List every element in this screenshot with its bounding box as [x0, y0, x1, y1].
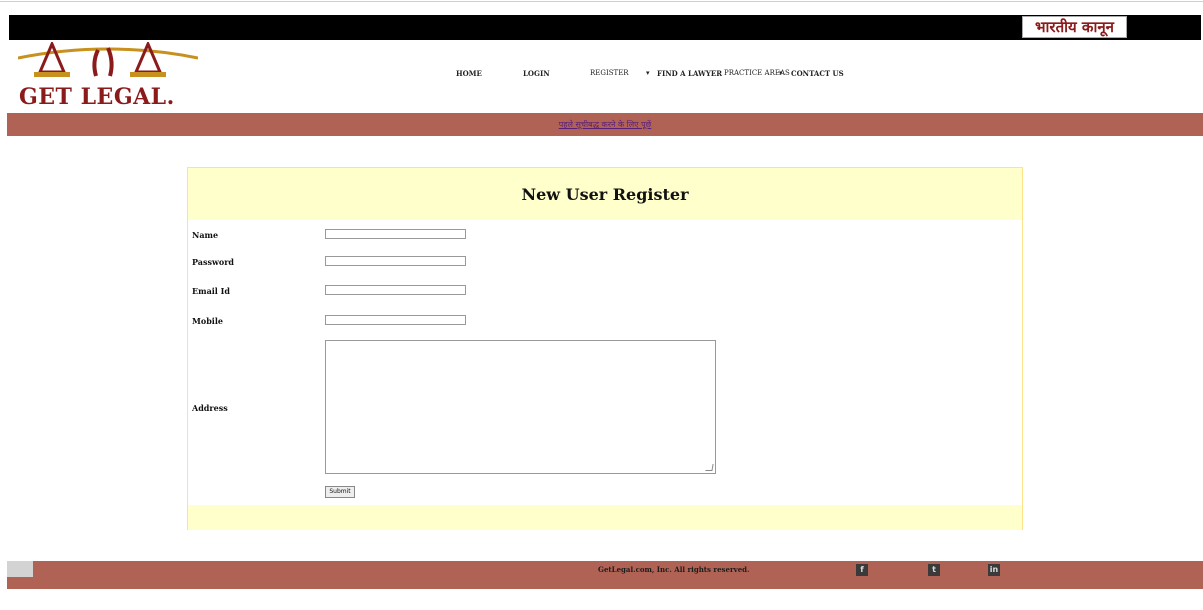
- name-label: Name: [192, 230, 219, 240]
- mobile-label: Mobile: [192, 316, 223, 326]
- twitter-icon[interactable]: t: [928, 564, 940, 576]
- site-footer: GetLegal.com, Inc. All rights reserved. …: [7, 561, 1203, 589]
- practice-areas-caret-icon[interactable]: ▾: [779, 69, 783, 77]
- find-lawyer-caret-icon[interactable]: ▾: [646, 69, 650, 77]
- address-textarea[interactable]: [325, 340, 716, 474]
- back-to-top-tab[interactable]: [7, 561, 33, 577]
- top-divider: [0, 1, 1203, 2]
- password-input[interactable]: [325, 256, 466, 266]
- resize-grip-icon[interactable]: [705, 464, 714, 471]
- email-label: Email Id: [192, 286, 230, 296]
- submit-button[interactable]: Submit: [325, 486, 355, 498]
- nav-find-a-lawyer[interactable]: FIND A LAWYER: [657, 69, 722, 78]
- mobile-input[interactable]: [325, 315, 466, 325]
- register-panel-header: New User Register: [188, 168, 1022, 220]
- announcement-bar: पहले सूचीबद्ध करने के लिए पूछें: [7, 113, 1203, 136]
- address-label: Address: [192, 403, 228, 413]
- nav-contact-us[interactable]: CONTACT US: [791, 69, 844, 78]
- linkedin-icon[interactable]: in: [988, 564, 1000, 576]
- facebook-icon[interactable]: f: [856, 564, 868, 576]
- name-input[interactable]: [325, 229, 466, 239]
- copyright-text: GetLegal.com, Inc. All rights reserved.: [598, 565, 750, 574]
- password-label: Password: [192, 257, 235, 267]
- email-input[interactable]: [325, 285, 466, 295]
- hindi-language-badge[interactable]: भारतीय कानून: [1022, 16, 1127, 38]
- page-title: New User Register: [521, 185, 689, 204]
- logo-text[interactable]: GET LEGAL.: [19, 84, 175, 110]
- nav-home[interactable]: HOME: [456, 69, 482, 78]
- nav-login[interactable]: LOGIN: [523, 69, 550, 78]
- announcement-link[interactable]: पहले सूचीबद्ध करने के लिए पूछें: [7, 119, 1203, 130]
- register-panel-footer: [188, 505, 1022, 530]
- register-panel: New User Register Name Password Email Id…: [187, 167, 1023, 530]
- nav-register[interactable]: REGISTER: [590, 69, 629, 77]
